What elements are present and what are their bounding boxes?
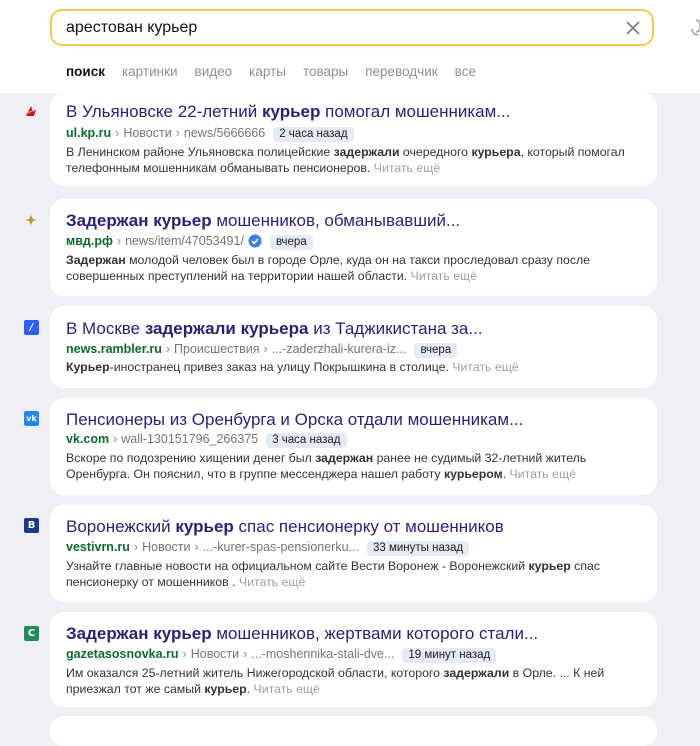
search-input[interactable]: [66, 18, 606, 38]
rambler-icon: /: [24, 320, 39, 335]
time-badge: вчера: [269, 235, 313, 250]
time-badge: вчера: [414, 343, 458, 358]
mvd-emblem-icon: [25, 215, 37, 225]
result-domain[interactable]: vk.com: [66, 432, 109, 446]
result-domain[interactable]: ul.kp.ru: [66, 126, 111, 140]
result-url: gazetasosnovka.ru › Новости › ...-moshennika…: [66, 646, 497, 663]
time-badge: 33 минуты назад: [366, 541, 470, 556]
tab-search[interactable]: поиск: [66, 64, 105, 82]
highlight-term: задержали: [333, 145, 400, 159]
result-url: news.rambler.ru › Происшествия › ...-zaderzh…: [66, 341, 458, 358]
result-snippet: Курьер-иностранец привез заказ на улицу …: [66, 360, 519, 374]
search-box[interactable]: [50, 9, 654, 46]
result-card: [50, 716, 657, 746]
highlight-term: Задержан курьер: [66, 624, 212, 643]
result-crumb[interactable]: ...-kurer-spas-pensionerku...: [203, 540, 359, 554]
tab-video[interactable]: видео: [195, 64, 233, 82]
sosnovka-icon: С: [24, 626, 39, 641]
highlight-term: курьер: [528, 559, 571, 573]
result-domain[interactable]: мвд.рф: [66, 234, 113, 248]
time-badge: 2 часа назад: [273, 127, 354, 142]
read-more-link[interactable]: Читать ещё: [411, 269, 477, 283]
result-url: vestivrn.ru › Новости › ...-kurer-spas-pensi…: [66, 539, 470, 556]
read-more-link[interactable]: Читать ещё: [239, 575, 305, 589]
highlight-term: курьер: [175, 517, 234, 536]
highlight-term: Задержан: [66, 253, 126, 267]
result-title[interactable]: Задержан курьер мошенников, жертвами кот…: [66, 624, 538, 644]
result-crumb[interactable]: wall-130151796_266375: [121, 432, 258, 446]
result-title[interactable]: Воронежский курьер спас пенсионерку от м…: [66, 517, 504, 537]
highlight-term: курьер: [261, 102, 321, 121]
read-more-link[interactable]: Читать ещё: [452, 360, 518, 374]
highlight-term: курьера: [471, 145, 521, 159]
result-snippet: Узнайте главные новости на официальном с…: [66, 559, 600, 589]
read-more-link[interactable]: Читать ещё: [510, 467, 576, 481]
vk-icon: vk: [24, 411, 39, 426]
result-snippet: Задержан молодой человек был в городе Ор…: [66, 253, 591, 283]
result-url: ul.kp.ru › Новости › news/5666666 2 часа наза…: [66, 125, 354, 142]
tab-maps[interactable]: карты: [249, 64, 286, 82]
clear-icon[interactable]: [624, 19, 642, 37]
voice-search-icon[interactable]: [690, 18, 700, 38]
tab-images[interactable]: картинки: [122, 64, 178, 82]
search-header: поиск картинки видео карты товары перево…: [0, 0, 700, 93]
result-snippet: Им оказался 25-летний житель Нижегородск…: [66, 666, 605, 696]
result-domain[interactable]: vestivrn.ru: [66, 540, 130, 554]
result-crumb[interactable]: news/item/47053491/: [125, 234, 244, 248]
result-crumb[interactable]: ...-zaderzhali-kurera-iz...: [272, 342, 407, 356]
time-badge: 3 часа назад: [266, 433, 347, 448]
vesti-icon: В: [24, 518, 39, 533]
result-domain[interactable]: gazetasosnovka.ru: [66, 647, 179, 661]
result-domain[interactable]: news.rambler.ru: [66, 342, 162, 356]
result-snippet: В Ленинском районе Ульяновска полицейски…: [66, 145, 625, 175]
highlight-term: Задержан курьер: [66, 211, 212, 230]
search-tabs: поиск картинки видео карты товары перево…: [66, 64, 493, 82]
result-title[interactable]: В Ульяновске 22-летний курьер помогал мо…: [66, 102, 510, 122]
kp-icon: [26, 106, 36, 116]
time-badge: 19 минут назад: [402, 648, 497, 663]
result-crumb[interactable]: news/5666666: [184, 126, 265, 140]
result-crumb[interactable]: Новости: [123, 126, 171, 140]
highlight-term: курьер: [204, 682, 247, 696]
result-crumb[interactable]: Новости: [142, 540, 190, 554]
result-crumb[interactable]: ...-moshennika-stali-dve...: [251, 647, 394, 661]
highlight-term: задержан: [315, 451, 374, 465]
tab-products[interactable]: товары: [303, 64, 348, 82]
result-url: мвд.рф › news/item/47053491/вчера: [66, 233, 313, 250]
result-snippet: Вскоре по подозрению хищении денег был з…: [66, 451, 587, 481]
result-crumb[interactable]: Происшествия: [174, 342, 259, 356]
highlight-term: задержали курьера: [144, 319, 309, 338]
highlight-term: курьером: [444, 467, 503, 481]
result-title[interactable]: В Москве задержали курьера из Таджикиста…: [66, 319, 483, 339]
result-url: vk.com › wall-130151796_266375 3 часа назад: [66, 431, 347, 448]
read-more-link[interactable]: Читать ещё: [254, 682, 320, 696]
result-title[interactable]: Задержан курьер мошенников, обманывавший…: [66, 211, 460, 231]
highlight-term: Курьер: [66, 360, 110, 374]
tab-translator[interactable]: переводчик: [365, 64, 437, 82]
highlight-term: задержали: [443, 666, 510, 680]
result-title[interactable]: Пенсионеры из Оренбурга и Орска отдали м…: [66, 410, 523, 430]
result-crumb[interactable]: Новости: [191, 647, 239, 661]
verified-icon: [248, 234, 262, 248]
read-more-link[interactable]: Читать ещё: [374, 161, 440, 175]
tab-all[interactable]: все: [455, 64, 476, 82]
